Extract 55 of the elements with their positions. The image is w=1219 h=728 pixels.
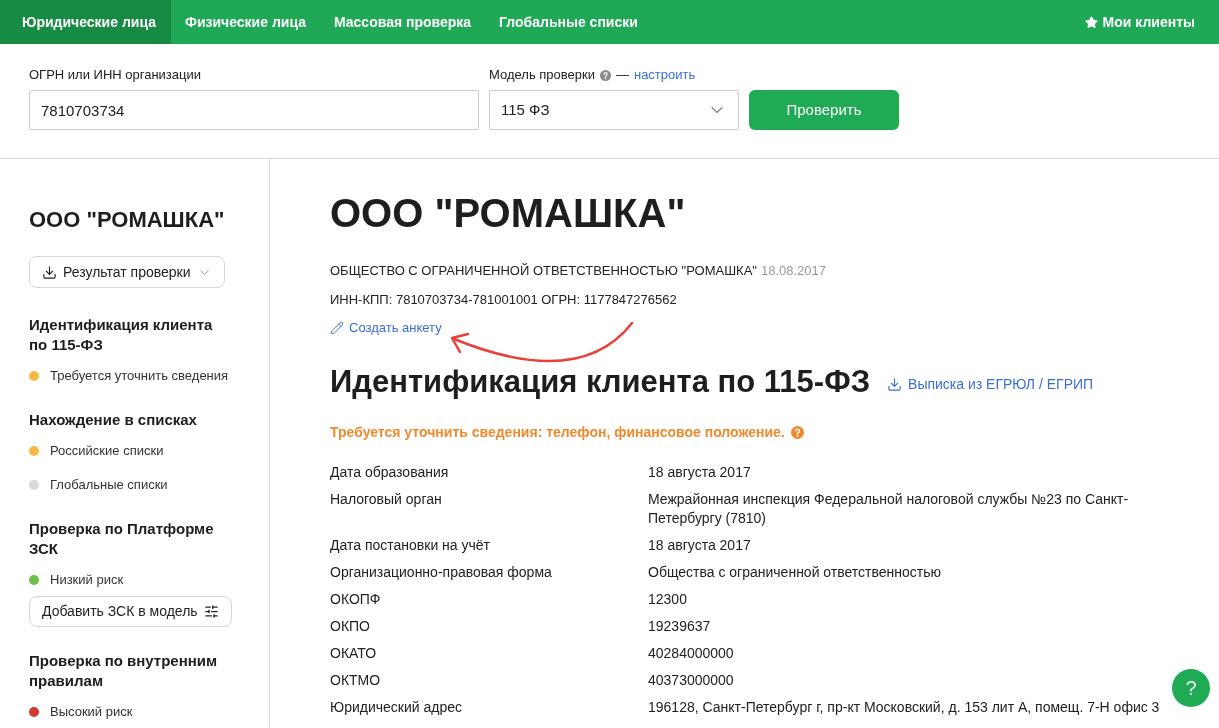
status-label: Глобальные списки (50, 476, 168, 495)
field-label: Организационно-правовая форма (330, 563, 553, 582)
field-value: 40373000000 (648, 671, 735, 690)
company-title: ООО "РОМАШКА" (29, 206, 225, 234)
field-value: Межрайонная инспекция Федеральной налоговой службы №23 по Санкт-Петербургу (7810) (648, 490, 1130, 528)
download-icon (42, 264, 57, 280)
status-label: Низкий риск (50, 571, 124, 590)
configure-link[interactable]: настроить (633, 66, 696, 84)
field-label: ОКПО (330, 617, 371, 636)
company-heading: ООО "РОМАШКА" (330, 190, 686, 237)
help-icon (599, 69, 611, 81)
inn-input-field[interactable]: 7810703734 (29, 90, 479, 130)
section-heading: Проверка по внутренним правилам (29, 651, 219, 691)
pencil-icon (330, 321, 344, 335)
field-value: 40284000000 (648, 644, 735, 663)
field-value: 19239637 (648, 617, 712, 636)
field-value: 196128, Санкт-Петербург г, пр-кт Московский, д. 153 лит А, помещ. 7-Н офис 3 (648, 698, 1161, 717)
separator-dash: — (615, 66, 629, 84)
field-value: 18 августа 2017 (648, 536, 752, 555)
add-to-model-button[interactable]: Добавить ЗСК в модель (29, 596, 232, 627)
field-label: Модель проверки (489, 66, 595, 84)
registration-date: 18.08.2017 (760, 262, 826, 280)
field-value: Общества с ограниченной ответственностью (648, 563, 943, 582)
field-label: Юридический адрес (330, 698, 463, 717)
status-label: Российские списки (50, 442, 164, 461)
my-clients-link[interactable]: Мои клиенты (1084, 0, 1219, 44)
field-label: ОКТМО (330, 671, 382, 690)
help-button[interactable]: ? (1172, 669, 1210, 707)
status-label: Высокий риск (50, 703, 133, 722)
field-label: ОГРН или ИНН организации (29, 66, 202, 84)
check-button[interactable]: Проверить (749, 90, 899, 130)
download-icon (887, 377, 903, 392)
company-identifiers: ИНН-КПП: 7810703734-781001001 ОГРН: 1177847276562 (330, 291, 677, 309)
check-result-button[interactable]: Результат проверки (29, 256, 225, 288)
section-heading: Идентификация клиента по 115-ФЗ (29, 315, 214, 355)
star-icon (1084, 15, 1098, 29)
registry-extract-link[interactable]: Выписка из ЕГРЮЛ / ЕГРИП (887, 374, 1094, 395)
field-value: 18 августа 2017 (648, 463, 752, 482)
field-label: Налоговый орган (330, 490, 443, 509)
company-full-name: ОБЩЕСТВО С ОГРАНИЧЕННОЙ ОТВЕТСТВЕННОСТЬЮ "РОМАШКА" (330, 262, 757, 280)
field-label: Дата образования (330, 463, 450, 482)
status-label: Требуется уточнить сведения (50, 367, 229, 386)
field-label: ОКАТО (330, 644, 378, 663)
help-icon (790, 425, 804, 439)
create-form-link[interactable]: Создать анкету (330, 318, 442, 338)
section-heading: Нахождение в списках (29, 410, 198, 430)
field-value: 12300 (648, 590, 688, 609)
warning-message: Требуется уточнить сведения: телефон, финансовое положение. (330, 423, 785, 442)
field-label: ОКОПФ (330, 590, 382, 609)
model-select[interactable]: 115 ФЗ (489, 90, 739, 130)
section-heading: Проверка по Платформе ЗСК (29, 519, 215, 559)
sliders-icon (203, 604, 219, 619)
field-label: Дата постановки на учёт (330, 536, 491, 555)
section-title: Идентификация клиента по 115-ФЗ (330, 364, 871, 400)
nav-tab[interactable]: Юридические лица (0, 0, 171, 44)
